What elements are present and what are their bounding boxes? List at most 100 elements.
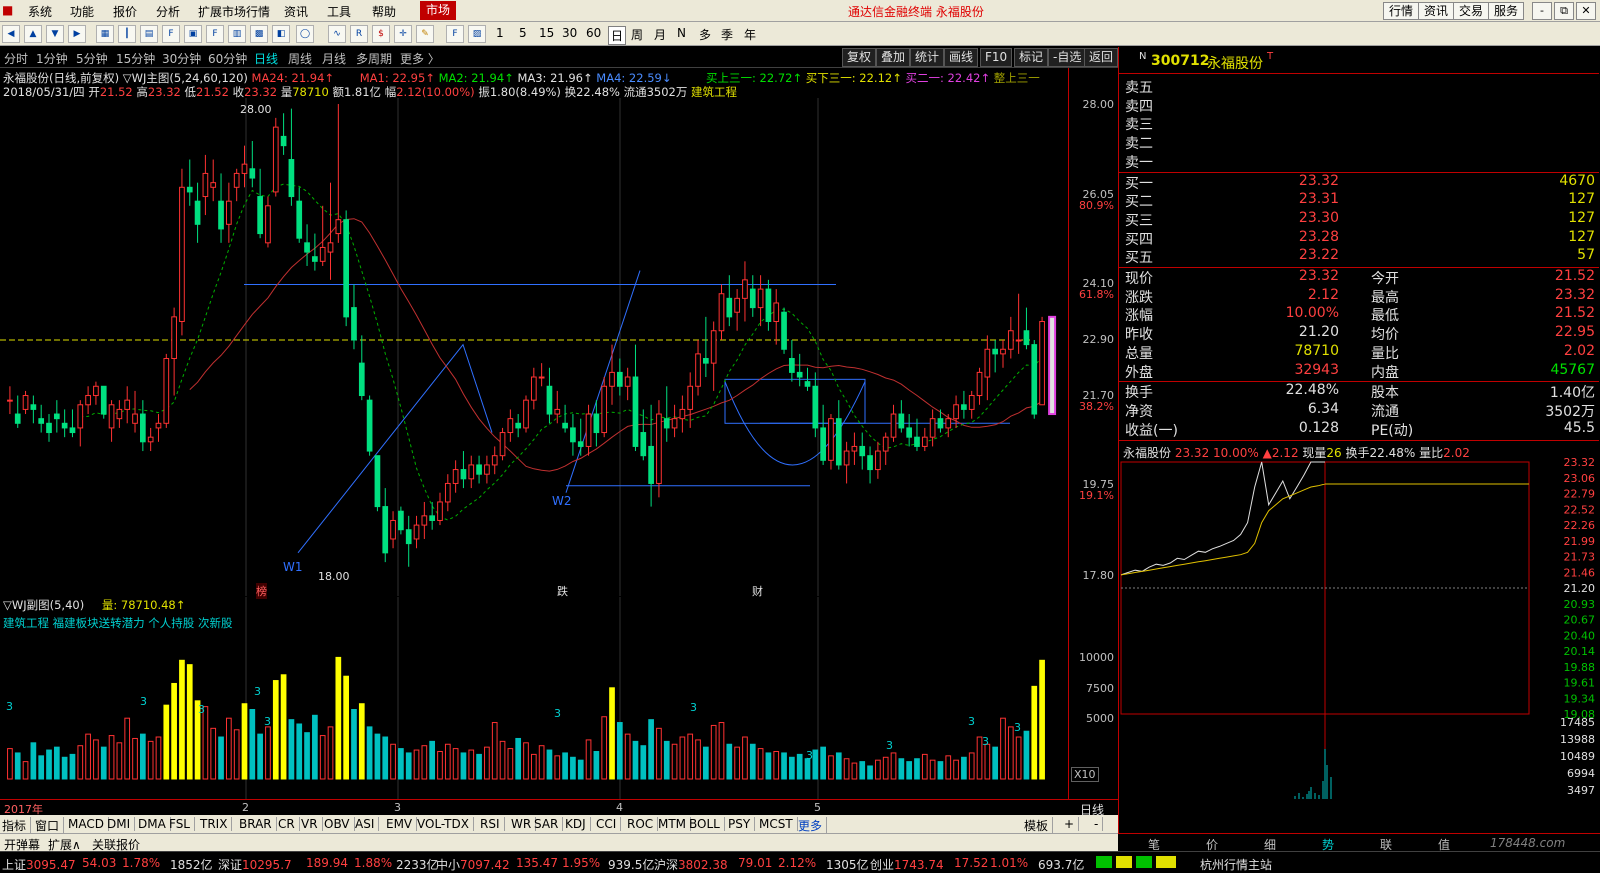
indicator-tab[interactable]: SAR [534, 817, 564, 831]
menu-help[interactable]: 帮助 [372, 3, 396, 20]
dollar-icon[interactable]: $ [372, 25, 390, 43]
indicator-tab[interactable]: CR [278, 817, 300, 831]
period-30min[interactable]: 30 [562, 26, 577, 40]
indicator-tab[interactable]: VOL-TDX [417, 817, 474, 831]
sh-index[interactable]: 上证3095.47 [2, 856, 76, 873]
stats-button[interactable]: 统计 [910, 48, 945, 67]
main-chart[interactable]: 永福股份(日线,前复权) ▽WJ主图(5,24,60,120) MA24: 21… [0, 68, 1068, 599]
tab-detail[interactable]: 细 [1264, 836, 1276, 853]
indicator-tab[interactable]: TRIX [200, 817, 233, 831]
tab-60min[interactable]: 60分钟 [208, 50, 247, 67]
f10-icon[interactable]: F [162, 25, 180, 43]
tile-icon[interactable]: ▩ [250, 25, 268, 43]
indicator-tab[interactable]: CCI [596, 817, 622, 831]
indicator-tab[interactable]: 窗口 [35, 817, 65, 834]
indicator-tab[interactable]: 更多 [798, 817, 828, 834]
top-btn-quote[interactable]: 行情 [1383, 2, 1420, 20]
menu-ext-market[interactable]: 扩展市场行情 [198, 3, 270, 20]
wave-icon[interactable]: ∿ [328, 25, 346, 43]
candle-icon[interactable]: ┃ [118, 25, 136, 43]
period-multi[interactable]: 多 [699, 26, 711, 43]
indicator-tab[interactable]: ASI [355, 817, 380, 831]
server-name[interactable]: 杭州行情主站 [1200, 856, 1272, 873]
indicator-tab[interactable]: RSI [480, 817, 505, 831]
tab-value[interactable]: 值 [1438, 836, 1450, 853]
indicator-tab[interactable]: PSY [728, 817, 756, 831]
menu-tools[interactable]: 工具 [327, 3, 351, 20]
crosshair-icon[interactable]: ✛ [394, 25, 412, 43]
table-icon[interactable]: ▤ [140, 25, 158, 43]
minimize-button[interactable]: - [1532, 2, 1552, 20]
tab-1min[interactable]: 1分钟 [36, 50, 68, 67]
tab-more[interactable]: 更多 〉 [400, 50, 440, 67]
tab-15min[interactable]: 15分钟 [116, 50, 155, 67]
forward-arrow-icon[interactable]: ▶ [68, 25, 86, 43]
tab-monthly[interactable]: 月线 [322, 50, 346, 67]
layout-icon[interactable]: ▥ [228, 25, 246, 43]
period-60min[interactable]: 60 [586, 26, 601, 40]
fuquan-button[interactable]: 复权 [842, 48, 877, 67]
indicator-tab[interactable]: FSL [169, 817, 195, 831]
fs-icon[interactable]: F [446, 25, 464, 43]
mark-button[interactable]: 标记 [1014, 48, 1049, 67]
split-icon[interactable]: ◧ [272, 25, 290, 43]
top-btn-service[interactable]: 服务 [1488, 2, 1525, 20]
overlay-button[interactable]: 叠加 [876, 48, 911, 67]
period-year[interactable]: 年 [744, 26, 756, 43]
tab-30min[interactable]: 30分钟 [162, 50, 201, 67]
indicator-tab[interactable]: WR [511, 817, 537, 831]
tab-right-button[interactable]: - [1094, 817, 1104, 831]
menu-analysis[interactable]: 分析 [156, 3, 180, 20]
window-icon[interactable]: ▣ [184, 25, 202, 43]
tab-tick[interactable]: 笔 [1148, 836, 1160, 853]
concept-tags[interactable]: 建筑工程 福建板块送转潜力 个人持股 次新股 [3, 615, 232, 631]
indicator-tab[interactable]: EMV [386, 817, 418, 831]
menu-quote[interactable]: 报价 [113, 3, 137, 20]
tab-right-button[interactable]: 模板 [1024, 817, 1054, 834]
sector-label[interactable]: 建筑工程 [691, 85, 737, 99]
period-quarter[interactable]: 季 [721, 26, 733, 43]
pencil-icon[interactable]: ✎ [416, 25, 434, 43]
menu-market[interactable]: 市场 [420, 1, 457, 20]
period-month[interactable]: 月 [654, 26, 666, 43]
indicator-tab[interactable]: OBV [324, 817, 355, 831]
tab-timeshare[interactable]: 分时 [4, 50, 28, 67]
back-arrow-icon[interactable]: ◀ [2, 25, 20, 43]
f10-doc-icon[interactable]: F [206, 25, 224, 43]
tab-right-button[interactable]: + [1064, 817, 1080, 831]
back-button[interactable]: 返回 [1084, 48, 1118, 67]
image-icon[interactable]: ▨ [468, 25, 486, 43]
rsi-icon[interactable]: R [350, 25, 368, 43]
close-button[interactable]: ✕ [1576, 2, 1596, 20]
tab-5min[interactable]: 5分钟 [76, 50, 108, 67]
indicator-tab[interactable]: BRAR [239, 817, 277, 831]
menu-news[interactable]: 资讯 [284, 3, 308, 20]
tab-daily[interactable]: 日线 [254, 50, 278, 67]
indicator-tab[interactable]: BOLL [689, 817, 725, 831]
hs-index[interactable]: 沪深3802.38 [654, 856, 728, 873]
indicator-tab[interactable]: VR [301, 817, 323, 831]
menu-function[interactable]: 功能 [70, 3, 94, 20]
volume-chart[interactable]: ▽WJ副图(5,40) 量: 78710.48↑ 建筑工程 福建板块送转潜力 个… [0, 597, 1068, 799]
sz-index[interactable]: 深证10295.7 [218, 856, 292, 873]
period-n[interactable]: N [677, 26, 686, 40]
restore-button[interactable]: ⧉ [1554, 2, 1574, 20]
zx-index[interactable]: 中小7097.42 [436, 856, 510, 873]
indicator-tab[interactable]: MACD [68, 817, 109, 831]
indicator-tab[interactable]: 指标 [2, 817, 32, 834]
top-btn-news[interactable]: 资讯 [1418, 2, 1455, 20]
period-week[interactable]: 周 [631, 26, 643, 43]
indicator-tab[interactable]: DMI [107, 817, 136, 831]
down-arrow-icon[interactable]: ▼ [46, 25, 64, 43]
app-icon[interactable]: ■ [2, 3, 13, 17]
sub-indicator[interactable]: ▽WJ副图(5,40) [3, 598, 84, 612]
up-arrow-icon[interactable]: ▲ [24, 25, 42, 43]
period-1min[interactable]: 1 [496, 26, 504, 40]
tab-price[interactable]: 价 [1206, 836, 1218, 853]
remove-watch-button[interactable]: -自选 [1048, 48, 1087, 67]
cy-index[interactable]: 创业1743.74 [870, 856, 944, 873]
period-15min[interactable]: 15 [539, 26, 554, 40]
tab-link[interactable]: 联 [1380, 836, 1392, 853]
tab-weekly[interactable]: 周线 [288, 50, 312, 67]
period-5min[interactable]: 5 [519, 26, 527, 40]
